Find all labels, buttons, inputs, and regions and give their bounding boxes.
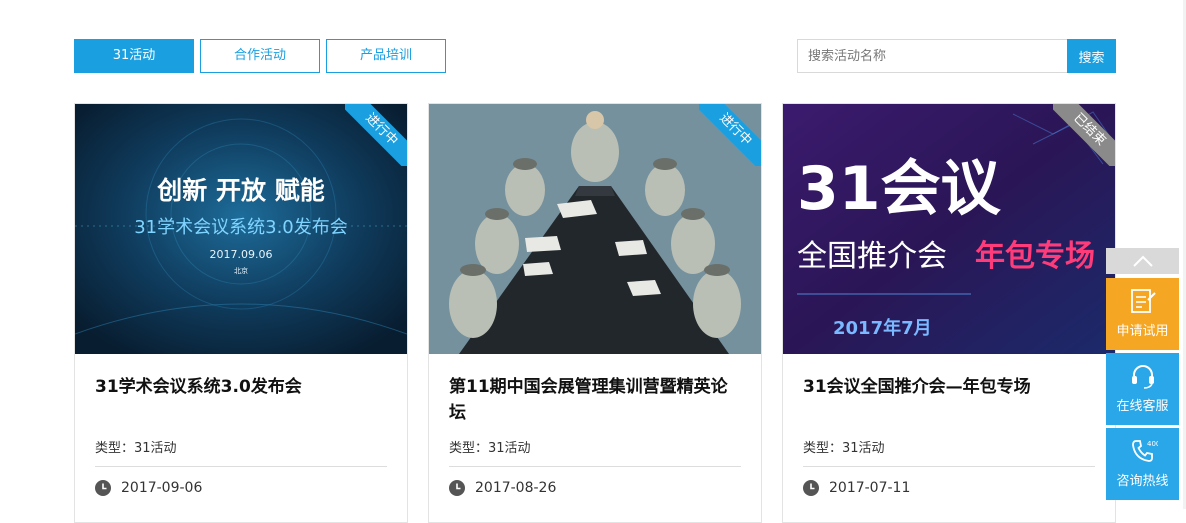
activity-date-row: 2017-08-26 xyxy=(449,480,556,496)
online-service-label: 在线客服 xyxy=(1116,399,1169,414)
phone-400-icon: 400 xyxy=(1131,440,1158,462)
divider xyxy=(449,466,741,467)
online-service-button[interactable]: 在线客服 xyxy=(1106,353,1179,425)
status-badge: 进行中 xyxy=(345,104,407,166)
hotline-button[interactable]: 400 咨询热线 xyxy=(1106,428,1179,500)
divider xyxy=(803,466,1095,467)
banner-date: 2017年7月 xyxy=(833,317,932,339)
banner-line-a: 全国推介会 xyxy=(797,239,947,274)
activity-date: 2017-07-11 xyxy=(829,480,911,496)
activity-title[interactable]: 第11期中国会展管理集训营暨精英论坛 xyxy=(449,374,741,426)
activity-tabs: 31活动 合作活动 产品培训 xyxy=(74,39,452,73)
banner-line-b: 年包专场 xyxy=(975,239,1095,274)
tab-31-activity[interactable]: 31活动 xyxy=(74,39,194,73)
tab-partner-activity[interactable]: 合作活动 xyxy=(200,39,320,73)
banner-location: 北京 xyxy=(234,266,248,275)
activity-type: 类型：31活动 xyxy=(803,441,885,456)
divider xyxy=(95,466,387,467)
search-input[interactable] xyxy=(797,39,1067,73)
activity-title[interactable]: 31学术会议系统3.0发布会 xyxy=(95,374,387,400)
activity-thumbnail[interactable]: 31会议 全国推介会 年包专场 2017年7月 已结束 xyxy=(783,104,1115,354)
activity-date-row: 2017-07-11 xyxy=(803,480,910,496)
hotline-label: 咨询热线 xyxy=(1116,474,1169,489)
back-to-top-button[interactable] xyxy=(1106,248,1179,274)
activity-card[interactable]: 进行中 第11期中国会展管理集训营暨精英论坛 类型：31活动 2017-08-2… xyxy=(428,103,762,523)
banner-headline: 创新 开放 赋能 xyxy=(156,176,324,205)
chevron-up-icon xyxy=(1132,255,1153,267)
search-bar: 搜索 xyxy=(797,39,1116,73)
clock-icon xyxy=(95,480,111,496)
activity-date: 2017-08-26 xyxy=(475,480,557,496)
banner-subtitle: 31学术会议系统3.0发布会 xyxy=(134,217,348,238)
activity-title[interactable]: 31会议全国推介会—年包专场 xyxy=(803,374,1095,400)
svg-text:400: 400 xyxy=(1147,440,1158,448)
status-badge: 进行中 xyxy=(699,104,761,166)
headset-icon xyxy=(1131,365,1154,389)
search-button[interactable]: 搜索 xyxy=(1067,39,1116,73)
apply-trial-button[interactable]: 申请试用 xyxy=(1106,278,1179,350)
status-badge: 已结束 xyxy=(1053,104,1115,166)
tab-product-training[interactable]: 产品培训 xyxy=(326,39,446,73)
banner-date: 2017.09.06 xyxy=(210,248,273,261)
activity-card[interactable]: 创新 开放 赋能 31学术会议系统3.0发布会 2017.09.06 北京 进行… xyxy=(74,103,408,523)
activity-card[interactable]: 31会议 全国推介会 年包专场 2017年7月 已结束 31会议全国推介会—年包… xyxy=(782,103,1116,523)
banner-headline: 31会议 xyxy=(797,154,1001,224)
activity-date: 2017-09-06 xyxy=(121,480,203,496)
activity-thumbnail[interactable]: 创新 开放 赋能 31学术会议系统3.0发布会 2017.09.06 北京 进行… xyxy=(75,104,407,354)
activity-thumbnail[interactable]: 进行中 xyxy=(429,104,761,354)
edit-doc-icon xyxy=(1130,289,1156,313)
clock-icon xyxy=(803,480,819,496)
clock-icon xyxy=(449,480,465,496)
activity-type: 类型：31活动 xyxy=(449,441,531,456)
activity-type: 类型：31活动 xyxy=(95,441,177,456)
apply-trial-label: 申请试用 xyxy=(1116,324,1169,339)
activity-date-row: 2017-09-06 xyxy=(95,480,202,496)
